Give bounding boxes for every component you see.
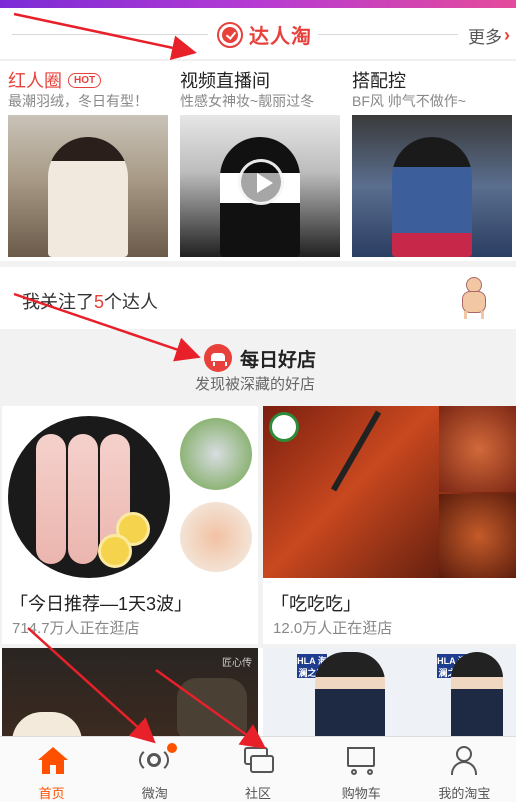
card-title-row: 红人圈 HOT <box>8 67 102 93</box>
card-image <box>352 115 512 257</box>
shop-robot-icon <box>204 344 232 372</box>
card-title: 红人圈 <box>8 71 62 91</box>
shop-image <box>263 406 516 578</box>
more-link[interactable]: 更多 › <box>468 23 510 48</box>
divider-line <box>318 34 458 35</box>
shop-tile[interactable]: 「吃吃吃」 12.0万人正在逛店 <box>263 406 516 644</box>
section-title: 达人淘 <box>249 26 312 48</box>
shop-banner-tea[interactable]: 匠心传 <box>2 648 258 736</box>
tab-my-taobao[interactable]: 我的淘宝 <box>413 737 516 802</box>
card-title-row: 搭配控 <box>352 67 406 93</box>
tab-community[interactable]: 社区 <box>206 737 309 802</box>
tab-label: 首页 <box>38 786 65 801</box>
bottom-tab-bar: 首页 微淘 社区 购物车 我的淘宝 <box>0 736 516 802</box>
card-title: 搭配控 <box>352 71 406 91</box>
chevron-right-icon: › <box>504 25 510 45</box>
tab-weitao[interactable]: 微淘 <box>103 737 206 802</box>
daily-title: 每日好店 <box>240 349 317 371</box>
section-brand: 达人淘 <box>217 20 312 49</box>
daily-title-row: 每日好店 <box>204 344 316 372</box>
card-subtitle: BF风 帅气不做作~ <box>352 93 466 109</box>
daily-shop-header: 每日好店 发现被深藏的好店 <box>0 331 516 406</box>
play-icon[interactable] <box>238 159 284 205</box>
tab-label: 社区 <box>245 786 272 801</box>
user-icon <box>446 745 482 777</box>
card-title: 视频直播间 <box>180 71 270 91</box>
notification-dot <box>166 743 177 753</box>
card-subtitle: 最潮羽绒，冬日有型！ <box>8 93 148 109</box>
followed-daren-text: 我关注了5个达人 <box>22 288 158 314</box>
card-image <box>180 115 340 257</box>
follow-count: 5 <box>94 292 105 312</box>
card-video-live[interactable]: 视频直播间 性感女神妆~靓丽过冬 <box>172 61 344 261</box>
card-hongren-quan[interactable]: 红人圈 HOT 最潮羽绒，冬日有型！ <box>0 61 172 261</box>
tab-home[interactable]: 首页 <box>0 737 103 802</box>
card-subtitle: 性感女神妆~靓丽过冬 <box>180 93 315 109</box>
tab-label: 我的淘宝 <box>438 786 491 801</box>
more-shops-row: 匠心传 HLA 海澜之家 HLA 海澜之家 <box>0 648 516 736</box>
follow-suffix: 个达人 <box>104 292 159 312</box>
tab-label: 购物车 <box>341 786 381 801</box>
follow-prefix: 我关注了 <box>22 292 94 312</box>
chat-bubbles-icon <box>240 745 276 777</box>
shop-name: 「今日推荐—1天3波」 <box>10 594 193 614</box>
hot-badge: HOT <box>68 72 102 88</box>
divider-line <box>12 34 208 35</box>
shop-image <box>2 406 258 578</box>
daren-tao-header: 达人淘 更多 › <box>0 8 516 60</box>
daren-cards: 红人圈 HOT 最潮羽绒，冬日有型！ 视频直播间 性感女神妆~靓丽过冬 搭配控 … <box>0 61 516 261</box>
home-icon <box>37 747 68 774</box>
tab-label: 微淘 <box>141 786 168 801</box>
card-image <box>8 115 168 257</box>
shop-visitors: 714.7万人正在逛店 <box>12 620 140 637</box>
top-banner-strip <box>0 0 516 8</box>
shop-tile[interactable]: 「今日推荐—1天3波」 714.7万人正在逛店 <box>2 406 258 644</box>
broadcast-icon <box>137 743 177 777</box>
shop-grid: 「今日推荐—1天3波」 714.7万人正在逛店 「吃吃吃」 12.0万人正在逛店 <box>0 406 516 644</box>
tab-cart[interactable]: 购物车 <box>310 737 413 802</box>
card-title-row: 视频直播间 <box>180 67 270 93</box>
daily-subtitle: 发现被深藏的好店 <box>195 376 316 393</box>
cart-icon <box>343 745 379 777</box>
card-dapei-kong[interactable]: 搭配控 BF风 帅气不做作~ <box>344 61 516 261</box>
shop-visitors: 12.0万人正在逛店 <box>273 620 393 637</box>
shop-name: 「吃吃吃」 <box>271 594 361 614</box>
shop-banner-hla[interactable]: HLA 海澜之家 HLA 海澜之家 <box>263 648 516 736</box>
mascot-avatar-icon <box>454 277 494 321</box>
more-label: 更多 <box>468 28 502 47</box>
followed-daren-row[interactable]: 我关注了5个达人 <box>0 267 516 329</box>
daren-badge-icon <box>217 21 243 48</box>
banner-mark: 匠心传 <box>222 658 252 669</box>
